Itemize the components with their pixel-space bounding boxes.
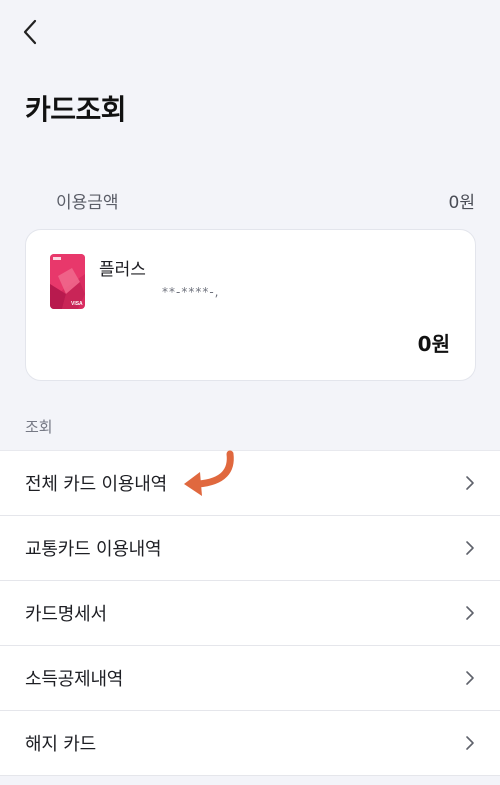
page-title: 카드조회	[25, 93, 127, 126]
back-button[interactable]	[12, 14, 48, 50]
menu-item-cancelled-cards[interactable]: 해지 카드	[0, 711, 500, 776]
usage-label: 이용금액	[56, 193, 119, 213]
chevron-left-icon	[23, 19, 37, 45]
menu-item-label: 해지 카드	[25, 734, 96, 755]
chevron-right-icon	[466, 736, 474, 750]
usage-summary: 이용금액 0원	[56, 188, 475, 213]
menu-item-label: 전체 카드 이용내역	[25, 474, 167, 495]
svg-text:VISA: VISA	[71, 301, 83, 307]
menu-item-all-card-usage[interactable]: 전체 카드 이용내역	[0, 451, 500, 516]
menu-item-income-deduction[interactable]: 소득공제내역	[0, 646, 500, 711]
card-total-amount: 0원	[417, 332, 450, 356]
inquiry-menu: 전체 카드 이용내역 교통카드 이용내역 카드명세서 소득공제내역 해지 카드	[0, 450, 500, 776]
usage-amount: 0원	[448, 193, 475, 213]
menu-item-card-statement[interactable]: 카드명세서	[0, 581, 500, 646]
chevron-right-icon	[466, 476, 474, 490]
curved-arrow-left-icon	[184, 450, 234, 496]
menu-item-label: 교통카드 이용내역	[25, 539, 162, 560]
card-name: 플러스	[99, 260, 146, 280]
card-summary[interactable]: VISA 플러스 **-****-, 0원	[25, 229, 476, 381]
chevron-right-icon	[466, 671, 474, 685]
menu-item-label: 카드명세서	[25, 604, 107, 625]
card-image: VISA	[50, 254, 85, 309]
section-label: 조회	[25, 418, 53, 436]
menu-item-transit-card-usage[interactable]: 교통카드 이용내역	[0, 516, 500, 581]
chevron-right-icon	[466, 606, 474, 620]
menu-item-label: 소득공제내역	[25, 669, 124, 690]
chevron-right-icon	[466, 541, 474, 555]
card-number: **-****-,	[162, 285, 220, 299]
card-inquiry-screen: 카드조회 이용금액 0원 VISA 플러스 **-****-, 0원 조회 전체…	[0, 0, 500, 785]
